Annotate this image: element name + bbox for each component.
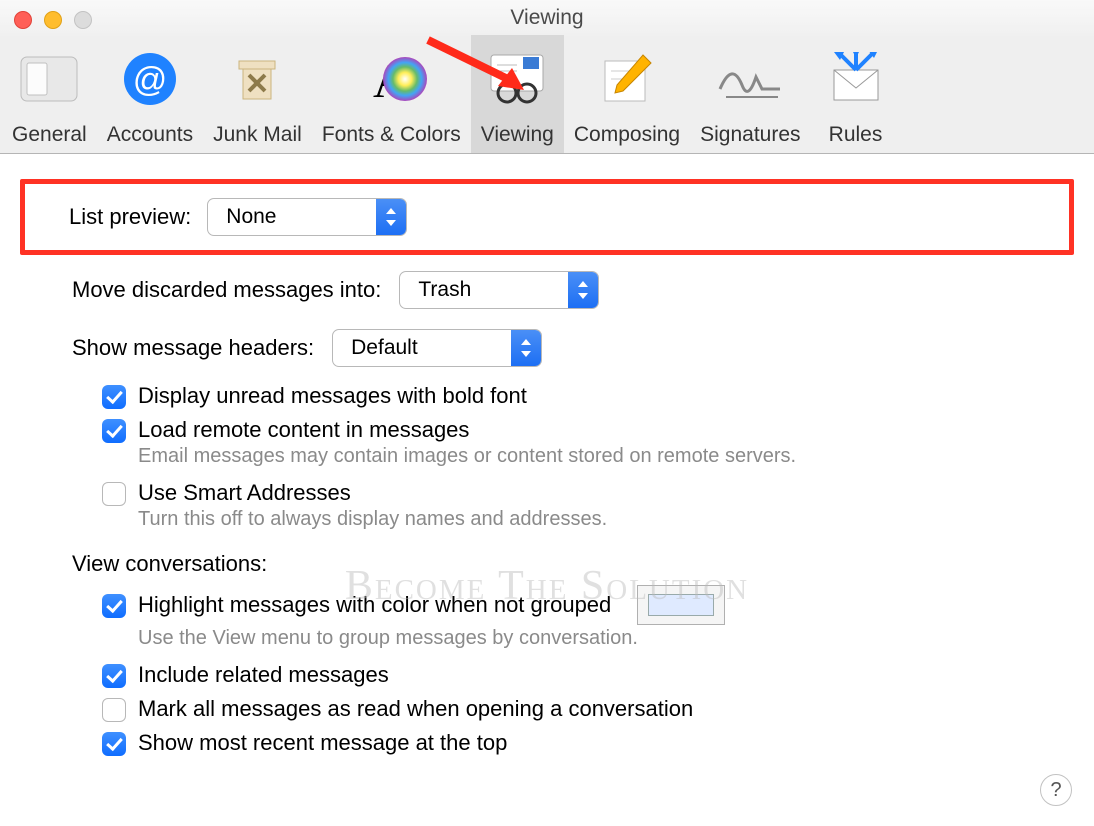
tab-label: Fonts & Colors	[322, 123, 461, 147]
fonts-colors-icon: A	[355, 51, 427, 107]
move-discarded-label: Move discarded messages into:	[72, 277, 381, 303]
tab-label: Accounts	[107, 123, 193, 147]
move-discarded-select[interactable]: Trash	[399, 271, 599, 309]
annotation-highlight-box: List preview: None	[20, 179, 1074, 255]
smart-addresses-desc: Turn this off to always display names an…	[138, 508, 1074, 531]
tab-label: Composing	[574, 123, 680, 147]
tab-signatures[interactable]: Signatures	[690, 35, 810, 153]
include-related-checkbox[interactable]	[102, 664, 126, 688]
load-remote-checkbox[interactable]	[102, 419, 126, 443]
message-headers-select[interactable]: Default	[332, 329, 542, 367]
tab-accounts[interactable]: @ Accounts	[97, 35, 203, 153]
tab-composing[interactable]: Composing	[564, 35, 690, 153]
tab-rules[interactable]: Rules	[811, 35, 901, 153]
envelope-rules-icon	[826, 52, 886, 106]
show-recent-label: Show most recent message at the top	[138, 730, 507, 756]
message-headers-label: Show message headers:	[72, 335, 314, 361]
switch-icon	[17, 53, 81, 105]
load-remote-desc: Email messages may contain images or con…	[138, 445, 1074, 468]
highlight-color-label: Highlight messages with color when not g…	[138, 592, 611, 618]
tab-fonts-colors[interactable]: A Fonts & Colors	[312, 35, 471, 153]
dropdown-stepper-icon	[568, 272, 598, 308]
message-headers-value: Default	[333, 336, 436, 360]
window-title: Viewing	[0, 6, 1094, 30]
tab-junk-mail[interactable]: Junk Mail	[203, 35, 312, 153]
tab-viewing[interactable]: Viewing	[471, 35, 564, 153]
highlight-color-well[interactable]	[637, 585, 725, 625]
dropdown-stepper-icon	[511, 330, 541, 366]
include-related-label: Include related messages	[138, 662, 389, 688]
list-preview-select[interactable]: None	[207, 198, 407, 236]
trash-bin-icon	[229, 51, 285, 107]
load-remote-label: Load remote content in messages	[138, 417, 469, 443]
mark-read-checkbox[interactable]	[102, 698, 126, 722]
title-bar: Viewing	[0, 0, 1094, 36]
compose-pencil-icon	[599, 51, 655, 107]
dropdown-stepper-icon	[376, 199, 406, 235]
viewing-glasses-icon	[487, 51, 547, 107]
view-conversations-label: View conversations:	[72, 551, 1074, 577]
mark-read-label: Mark all messages as read when opening a…	[138, 696, 693, 722]
move-discarded-value: Trash	[400, 278, 489, 302]
signature-icon	[714, 55, 786, 103]
tab-general[interactable]: General	[2, 35, 97, 153]
tab-label: Rules	[829, 123, 883, 147]
highlight-color-checkbox[interactable]	[102, 594, 126, 618]
list-preview-label: List preview:	[69, 204, 191, 230]
svg-text:@: @	[133, 61, 168, 99]
tab-label: Viewing	[481, 123, 554, 147]
list-preview-value: None	[208, 205, 294, 229]
show-recent-checkbox[interactable]	[102, 732, 126, 756]
help-button[interactable]: ?	[1040, 774, 1072, 806]
smart-addresses-checkbox[interactable]	[102, 482, 126, 506]
tab-label: Junk Mail	[213, 123, 302, 147]
smart-addresses-label: Use Smart Addresses	[138, 480, 351, 506]
display-unread-checkbox[interactable]	[102, 385, 126, 409]
tab-label: Signatures	[700, 123, 800, 147]
highlight-color-swatch	[648, 594, 714, 616]
highlight-color-desc: Use the View menu to group messages by c…	[138, 627, 1074, 650]
content-pane: List preview: None Move discarded messag…	[0, 154, 1094, 826]
display-unread-label: Display unread messages with bold font	[138, 383, 527, 409]
tab-label: General	[12, 123, 87, 147]
preferences-toolbar: General @ Accounts Junk Mail A	[0, 36, 1094, 154]
at-sign-icon: @	[122, 51, 178, 107]
